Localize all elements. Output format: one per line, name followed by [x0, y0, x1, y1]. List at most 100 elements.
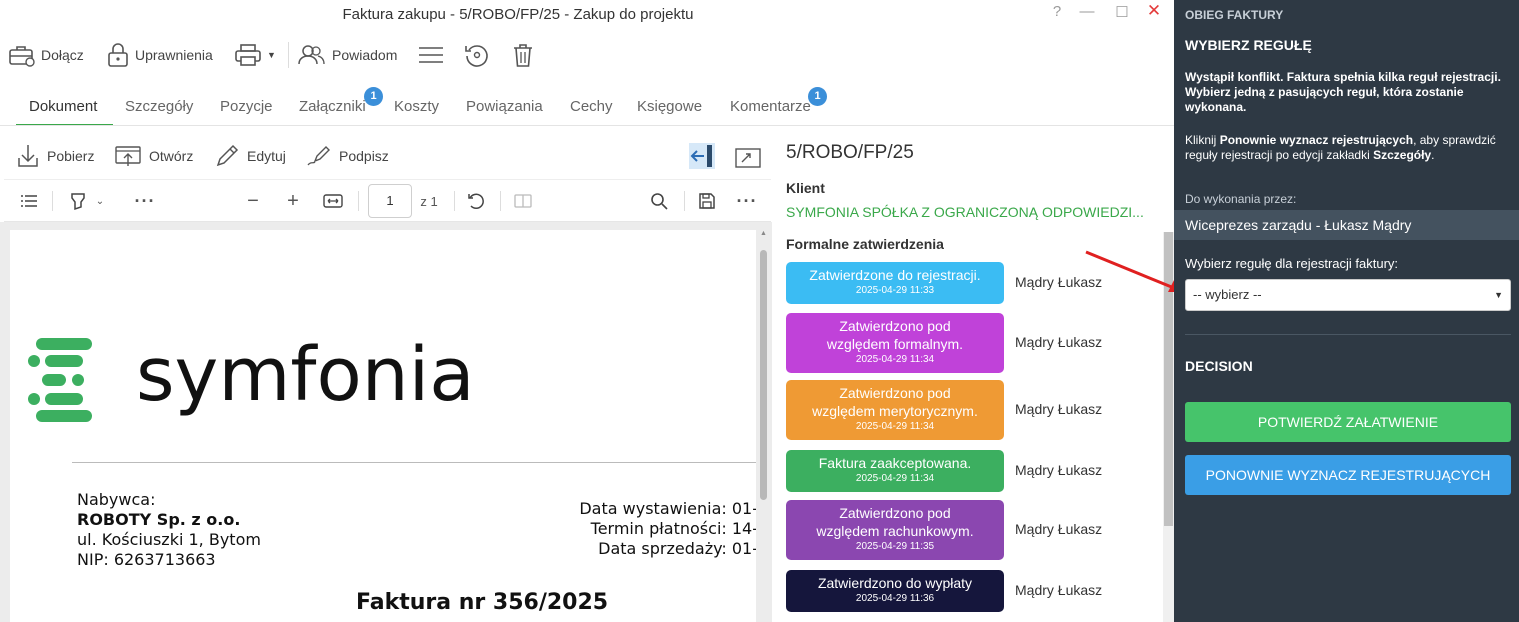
pdf-toolbar: ⌄ ··· − + 1 z 1 ···	[4, 179, 771, 222]
sidebar-section-label: OBIEG FAKTURY	[1185, 8, 1284, 22]
permissions-button[interactable]: Uprawnienia	[106, 34, 213, 76]
rotate-icon	[465, 45, 488, 67]
sign-button[interactable]: Podpisz	[306, 138, 389, 174]
outline-button[interactable]	[16, 180, 42, 222]
scroll-up-icon[interactable]: ▲	[759, 230, 768, 237]
tab-komentarze[interactable]: Komentarze	[730, 88, 811, 126]
main-toolbar: Dołącz Uprawnienia ▼ Powiadom	[0, 34, 1174, 76]
tabs-divider	[0, 125, 1174, 126]
search-button[interactable]	[646, 180, 672, 222]
print-button[interactable]: ▼	[234, 34, 276, 76]
approval-date: 2025-04-29 11:36	[855, 593, 935, 604]
download-icon	[18, 145, 38, 167]
save-button[interactable]	[694, 180, 720, 222]
download-button[interactable]: Pobierz	[16, 138, 94, 174]
tab-ksiegowe[interactable]: Księgowe	[637, 88, 702, 126]
pdf-divider	[500, 191, 501, 211]
document-number: 5/ROBO/FP/25	[786, 142, 914, 163]
approval-user: Mądry Łukasz	[1015, 334, 1103, 350]
client-name-link[interactable]: SYMFONIA SPÓŁKA Z OGRANICZONĄ ODPOWIEDZI…	[786, 204, 1144, 220]
assignee-value: Wiceprezes zarządu - Łukasz Mądry	[1174, 210, 1519, 240]
notify-button[interactable]: Powiadom	[297, 34, 397, 76]
help-button[interactable]: ?	[1047, 3, 1067, 20]
approval-title: Zatwierdzono pod	[839, 505, 951, 521]
rule-select[interactable]: -- wybierz -- ▼	[1185, 279, 1511, 311]
attachments-count-badge: 1	[364, 87, 383, 106]
approval-badge: Zatwierdzono pod względem merytorycznym. 2…	[786, 380, 1004, 440]
download-label: Pobierz	[47, 148, 95, 164]
hint-bold-tab: Szczegóły	[1373, 148, 1432, 162]
close-button[interactable]: ✕	[1144, 1, 1164, 21]
tab-cechy[interactable]: Cechy	[570, 88, 613, 126]
tab-szczegoly[interactable]: Szczegóły	[125, 88, 193, 126]
rotate-page-icon	[468, 193, 484, 210]
confirm-button[interactable]: POTWIERDŹ ZAŁATWIENIE	[1185, 402, 1511, 442]
approval-user: Mądry Łukasz	[1015, 582, 1103, 598]
tab-zalaczniki[interactable]: Załączniki	[299, 88, 366, 126]
open-button[interactable]: Otwórz	[114, 138, 193, 174]
pdf-viewer[interactable]: symfonia Nabywca: ROBOTY Sp. z o.o. ul. …	[0, 222, 772, 622]
zoom-out-icon[interactable]: −	[240, 180, 266, 222]
fit-width-button[interactable]	[318, 180, 348, 222]
assignee-label: Do wykonania przez:	[1185, 192, 1297, 206]
signature-pen-icon	[307, 146, 330, 166]
zoom-in-icon[interactable]: +	[280, 180, 306, 222]
approval-user: Mądry Łukasz	[1015, 462, 1103, 478]
notify-label: Powiadom	[332, 47, 398, 63]
tab-koszty[interactable]: Koszty	[394, 88, 439, 126]
rotate-page-button[interactable]	[462, 180, 490, 222]
pdf-scrollbar[interactable]: ▲	[759, 230, 768, 622]
edit-button[interactable]: Edytuj	[214, 138, 286, 174]
pdf-scroll-thumb[interactable]	[760, 250, 767, 500]
buyer-name: ROBOTY Sp. z o.o.	[77, 510, 241, 529]
invoice-number: Faktura nr 356/2025	[356, 590, 609, 615]
sidebar-heading: WYBIERZ REGUŁĘ	[1185, 37, 1312, 53]
recalc-hint: Kliknij Ponownie wyznacz rejestrujących,…	[1185, 133, 1510, 163]
tab-dokument[interactable]: Dokument	[16, 88, 113, 126]
minimize-button[interactable]: —	[1077, 3, 1097, 20]
details-panel: 5/ROBO/FP/25 Klient SYMFONIA SPÓŁKA Z OG…	[772, 130, 1174, 622]
pencil-icon	[216, 144, 239, 167]
title-bar: Faktura zakupu - 5/ROBO/FP/25 - Zakup do…	[0, 0, 1174, 30]
company-logo-text: symfonia	[136, 332, 475, 418]
two-page-button[interactable]	[510, 180, 536, 222]
expand-icon[interactable]	[734, 146, 762, 170]
printer-icon	[235, 44, 261, 66]
approval-user: Mądry Łukasz	[1015, 521, 1103, 537]
toolbar-divider	[288, 42, 289, 68]
delete-button[interactable]	[512, 34, 539, 76]
history-button[interactable]	[464, 34, 495, 76]
users-icon	[298, 45, 325, 65]
attach-button[interactable]: Dołącz	[8, 34, 84, 76]
more-tools-icon[interactable]: ···	[130, 180, 160, 222]
tab-pozycje[interactable]: Pozycje	[220, 88, 273, 126]
highlight-button[interactable]: ⌄	[62, 180, 110, 222]
approval-badge: Zatwierdzono pod względem rachunkowym. 202…	[786, 500, 1004, 560]
menu-button[interactable]	[417, 34, 450, 76]
rule-select-value: -- wybierz --	[1193, 287, 1262, 302]
approvals-label: Formalne zatwierdzenia	[786, 236, 944, 252]
recalc-registrants-button[interactable]: PONOWNIE WYZNACZ REJESTRUJĄCYCH	[1185, 455, 1511, 495]
maximize-button[interactable]: ☐	[1112, 3, 1132, 21]
permissions-label: Uprawnienia	[135, 47, 213, 63]
briefcase-icon	[9, 46, 35, 67]
due-date: Termin płatności: 14-	[590, 519, 756, 538]
buyer-label: Nabywca:	[77, 490, 156, 509]
open-external-icon	[115, 146, 141, 166]
search-icon	[651, 193, 668, 210]
page-number-input[interactable]: 1	[368, 184, 412, 218]
attach-label: Dołącz	[41, 47, 84, 63]
list-icon	[21, 195, 37, 207]
sign-label: Podpisz	[339, 148, 389, 164]
tab-powiazania[interactable]: Powiązania	[466, 88, 543, 126]
hint-text: Kliknij	[1185, 133, 1220, 147]
client-label: Klient	[786, 180, 825, 196]
more-options-icon[interactable]: ···	[732, 180, 762, 222]
buyer-nip: NIP: 6263713663	[77, 550, 216, 569]
dates-block: Data wystawienia: 01- Termin płatności: …	[579, 499, 756, 559]
highlighter-icon	[71, 193, 85, 211]
approval-date: 2025-04-29 11:33	[855, 285, 935, 296]
collapse-panel-button[interactable]	[688, 138, 723, 174]
approval-badge: Zatwierdzono do wypłaty 2025-04-29 11:36	[786, 570, 1004, 612]
approval-title: Faktura zaakceptowana.	[818, 455, 972, 471]
